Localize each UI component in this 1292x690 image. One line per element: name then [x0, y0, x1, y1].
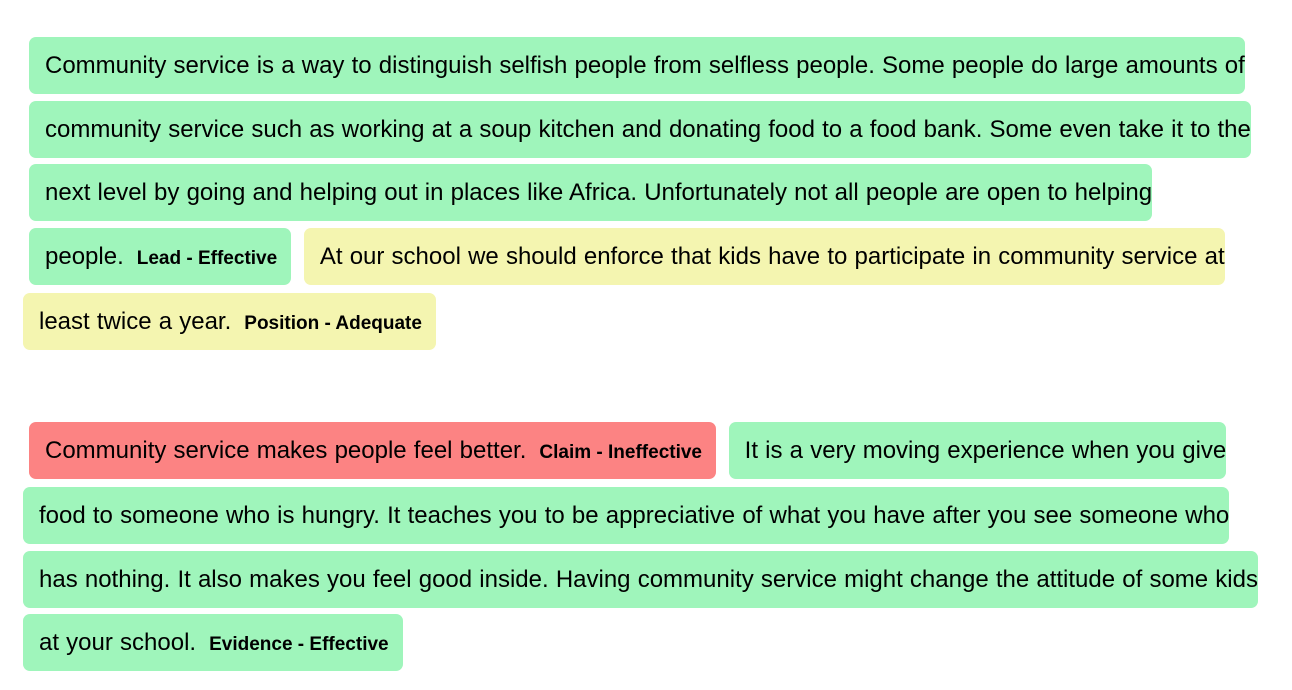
- segment-label: Evidence - Effective: [209, 634, 389, 655]
- essay-paragraph: Community service is a way to distinguis…: [23, 34, 1268, 356]
- segment-label: Claim - Ineffective: [539, 441, 702, 463]
- segment-text: Community service makes people feel bett…: [45, 436, 527, 464]
- annotated-essay: Community service is a way to distinguis…: [0, 0, 1292, 677]
- segment-label: Lead - Effective: [136, 247, 278, 269]
- essay-paragraph: Community service makes people feel bett…: [23, 419, 1268, 677]
- segment-label: Position - Adequate: [244, 313, 422, 334]
- discourse-segment-claim[interactable]: Community service makes people feel bett…: [29, 421, 716, 479]
